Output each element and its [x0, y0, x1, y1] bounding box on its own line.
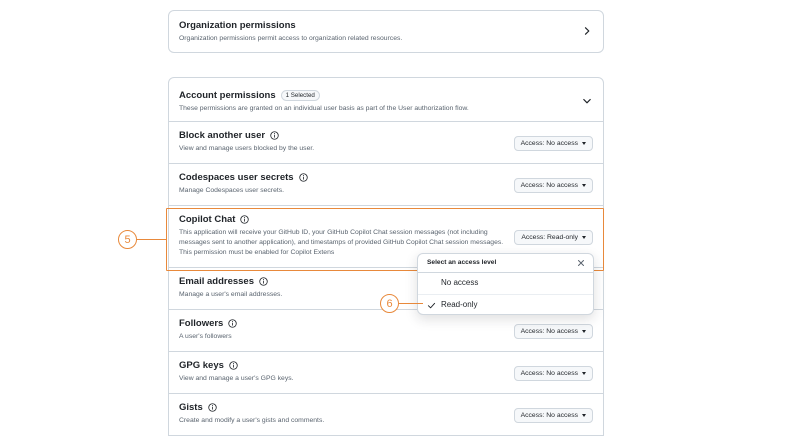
permission-title: Gists: [179, 402, 203, 413]
permission-row-followers: Followers A user's followers Access: No …: [169, 310, 603, 352]
chevron-right-icon[interactable]: [582, 26, 592, 36]
permission-title: Copilot Chat: [179, 214, 236, 225]
caret-down-icon: [582, 142, 586, 145]
access-level-label: Access: No access: [520, 412, 578, 419]
selected-count-badge: 1 Selected: [280, 90, 320, 101]
account-permissions-header[interactable]: Account permissions 1 Selected These per…: [169, 78, 603, 122]
permission-description: A user's followers: [179, 333, 232, 340]
organization-permissions-card[interactable]: Organization permissions Organization pe…: [168, 10, 604, 53]
permission-description: View and manage a user's GPG keys.: [179, 375, 294, 382]
access-level-button[interactable]: Access: Read-only: [514, 230, 593, 245]
permission-title: Codespaces user secrets: [179, 172, 294, 183]
organization-permissions-title: Organization permissions: [179, 20, 296, 31]
access-level-button[interactable]: Access: No access: [513, 178, 593, 193]
info-icon[interactable]: [270, 131, 279, 140]
permission-row-gpg-keys: GPG keys View and manage a user's GPG ke…: [169, 352, 603, 394]
permission-row-block-another-user: Block another user View and manage users…: [169, 122, 603, 164]
dropdown-option-read-only[interactable]: Read-only: [418, 294, 593, 315]
permission-description: View and manage users blocked by the use…: [179, 145, 315, 152]
permission-title: GPG keys: [179, 360, 224, 371]
access-level-label: Access: No access: [520, 182, 578, 189]
info-icon[interactable]: [229, 361, 238, 370]
callout-line-6: [399, 303, 423, 304]
access-level-label: Access: No access: [520, 328, 578, 335]
dropdown-option-no-access[interactable]: No access: [418, 273, 593, 294]
caret-down-icon: [582, 372, 586, 375]
chevron-down-icon[interactable]: [582, 96, 592, 106]
permission-description: Create and modify a user's gists and com…: [179, 417, 325, 424]
access-level-dropdown: Select an access level No access Read-on…: [417, 253, 594, 315]
check-icon: [427, 302, 436, 309]
info-icon[interactable]: [298, 173, 308, 182]
access-level-button[interactable]: Access: No access: [513, 136, 593, 151]
info-icon[interactable]: [259, 277, 268, 286]
access-level-button[interactable]: Access: No access: [513, 408, 593, 423]
caret-down-icon: [582, 330, 586, 333]
account-permissions-title-wrap: Account permissions 1 Selected: [179, 90, 469, 101]
close-icon[interactable]: [576, 258, 586, 268]
permission-row-gists: Gists Create and modify a user's gists a…: [169, 394, 603, 436]
callout-marker-6: 6: [380, 294, 399, 313]
info-icon[interactable]: [228, 319, 238, 328]
access-level-label: Access: No access: [520, 140, 578, 147]
caret-down-icon: [582, 184, 586, 187]
permission-title: Email addresses: [179, 276, 254, 287]
callout-line-5: [137, 239, 167, 240]
option-label: Read-only: [441, 300, 478, 309]
info-icon[interactable]: [240, 215, 250, 224]
dropdown-title: Select an access level: [427, 259, 497, 266]
organization-permissions-description: Organization permissions permit access t…: [179, 35, 403, 42]
permission-title: Followers: [179, 318, 224, 329]
permission-row-codespaces-user-secrets: Codespaces user secrets Manage Codespace…: [169, 164, 603, 206]
callout-marker-5: 5: [118, 230, 137, 249]
organization-permissions-text: Organization permissions Organization pe…: [179, 20, 573, 44]
caret-down-icon: [582, 414, 586, 417]
access-level-label: Access: Read-only: [521, 234, 578, 241]
dropdown-header: Select an access level: [418, 254, 593, 273]
permission-title: Block another user: [179, 130, 266, 141]
access-level-button[interactable]: Access: No access: [513, 324, 593, 339]
option-label: No access: [441, 278, 479, 287]
account-permissions-description: These permissions are granted on an indi…: [179, 105, 469, 112]
info-icon[interactable]: [208, 403, 217, 412]
permission-description: Manage Codespaces user secrets.: [179, 187, 285, 194]
caret-down-icon: [582, 236, 586, 239]
account-permissions-title: Account permissions: [179, 90, 276, 101]
access-level-button[interactable]: Access: No access: [513, 366, 593, 381]
access-level-label: Access: No access: [520, 370, 578, 377]
